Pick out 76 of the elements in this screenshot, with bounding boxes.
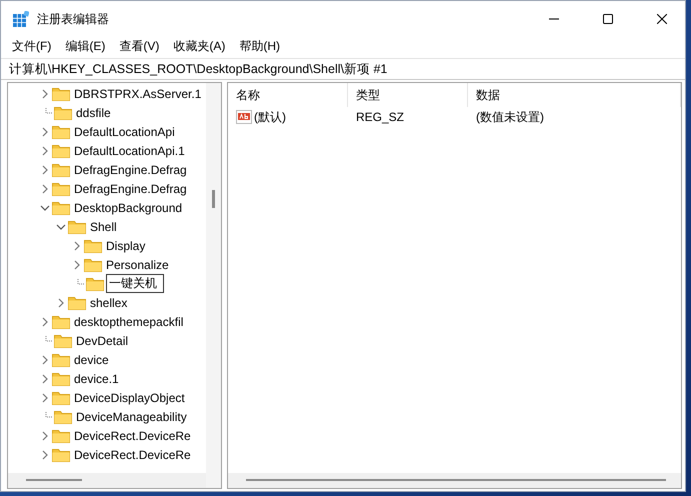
expand-chevron-icon[interactable]	[40, 126, 50, 136]
expand-chevron-icon[interactable]	[40, 164, 50, 174]
tree-item[interactable]: shellex	[88, 296, 128, 310]
tree-item[interactable]: Display	[104, 238, 146, 252]
menu-item[interactable]: 文件(F)	[5, 38, 58, 54]
expand-chevron-icon[interactable]	[40, 450, 50, 460]
scrollbar-thumb[interactable]	[26, 479, 82, 481]
value-type-cell-text: REG_SZ	[355, 110, 406, 124]
folder-icon	[68, 296, 86, 310]
tree-item[interactable]: Personalize	[104, 258, 169, 272]
folder-icon	[52, 372, 70, 386]
folder-icon	[52, 144, 70, 158]
tree-item[interactable]: DeviceRect.DeviceRe	[72, 428, 191, 442]
tree-item[interactable]: DeviceManageability	[74, 410, 187, 424]
folder-icon	[52, 314, 70, 328]
tree-item[interactable]: desktopthemepackfil	[72, 314, 184, 328]
expand-chevron-icon[interactable]	[56, 298, 66, 308]
collapse-chevron-icon[interactable]	[40, 202, 50, 212]
folder-icon	[52, 124, 70, 138]
address-bar[interactable]: 计算机\HKEY_CLASSES_ROOT\DesktopBackground\Shell\新项 #1	[1, 58, 685, 80]
folder-icon	[52, 428, 70, 442]
expand-chevron-icon[interactable]	[40, 374, 50, 384]
expand-chevron-icon[interactable]	[40, 392, 50, 402]
expand-chevron-icon[interactable]	[40, 146, 50, 156]
menu-item[interactable]: 帮助(H)	[232, 38, 287, 54]
folder-icon	[52, 352, 70, 366]
column-header[interactable]: 名称	[228, 83, 348, 107]
value-data-cell-text: (数值未设置)	[475, 108, 545, 126]
folder-icon	[52, 162, 70, 176]
tree-item[interactable]: DevDetail	[74, 334, 128, 348]
folder-icon	[68, 220, 86, 234]
expand-chevron-icon[interactable]	[40, 88, 50, 98]
menu-item[interactable]: 编辑(E)	[58, 38, 112, 54]
tree-item[interactable]: device.1	[72, 372, 119, 386]
column-header[interactable]: 类型	[348, 83, 468, 107]
app-grid-icon	[13, 11, 29, 27]
expand-chevron-icon[interactable]	[40, 184, 50, 194]
tree-item[interactable]: DeviceRect.DeviceRe	[72, 448, 191, 462]
folder-icon	[52, 86, 70, 100]
folder-icon	[52, 390, 70, 404]
folder-icon	[54, 334, 72, 348]
tree-item[interactable]: DefaultLocationApi	[72, 124, 175, 138]
close-icon	[657, 14, 667, 24]
tree-item[interactable]: ddsfile	[74, 106, 111, 120]
expand-chevron-icon[interactable]	[72, 240, 82, 250]
maximize-icon	[603, 14, 613, 24]
folder-icon	[52, 182, 70, 196]
expand-chevron-icon[interactable]	[72, 260, 82, 270]
value-name-cell[interactable]: (默认)	[228, 108, 348, 126]
column-header[interactable]: 数据	[468, 83, 681, 107]
tree-item[interactable]: DeviceDisplayObject	[72, 390, 185, 404]
tree-item[interactable]: device	[72, 352, 109, 366]
scrollbar-thumb[interactable]	[246, 479, 666, 481]
folder-icon	[52, 448, 70, 462]
tree-item[interactable]: Shell	[88, 220, 117, 234]
window-title: 注册表编辑器	[37, 10, 110, 28]
folder-icon	[54, 410, 72, 424]
tree-item[interactable]: DefaultLocationApi.1	[72, 144, 185, 158]
folder-icon	[84, 258, 102, 272]
folder-icon	[52, 200, 70, 214]
rename-field[interactable]: 一键关机	[106, 274, 164, 293]
folder-icon	[86, 276, 104, 290]
tree-item[interactable]: DBRSTPRX.AsServer.1	[72, 86, 202, 100]
menu-item[interactable]: 收藏夹(A)	[166, 38, 232, 54]
expand-chevron-icon[interactable]	[40, 354, 50, 364]
tree-item[interactable]: DefragEngine.Defrag	[72, 182, 187, 196]
menu-item[interactable]: 查看(V)	[112, 38, 166, 54]
collapse-chevron-icon[interactable]	[56, 222, 66, 232]
folder-icon	[84, 238, 102, 252]
expand-chevron-icon[interactable]	[40, 316, 50, 326]
scrollbar-thumb[interactable]	[212, 190, 215, 208]
tree-item[interactable]: DefragEngine.Defrag	[72, 162, 187, 176]
folder-icon	[54, 106, 72, 120]
expand-chevron-icon[interactable]	[40, 430, 50, 440]
tree-item[interactable]: DesktopBackground	[72, 200, 182, 214]
string-value-icon	[236, 110, 252, 124]
